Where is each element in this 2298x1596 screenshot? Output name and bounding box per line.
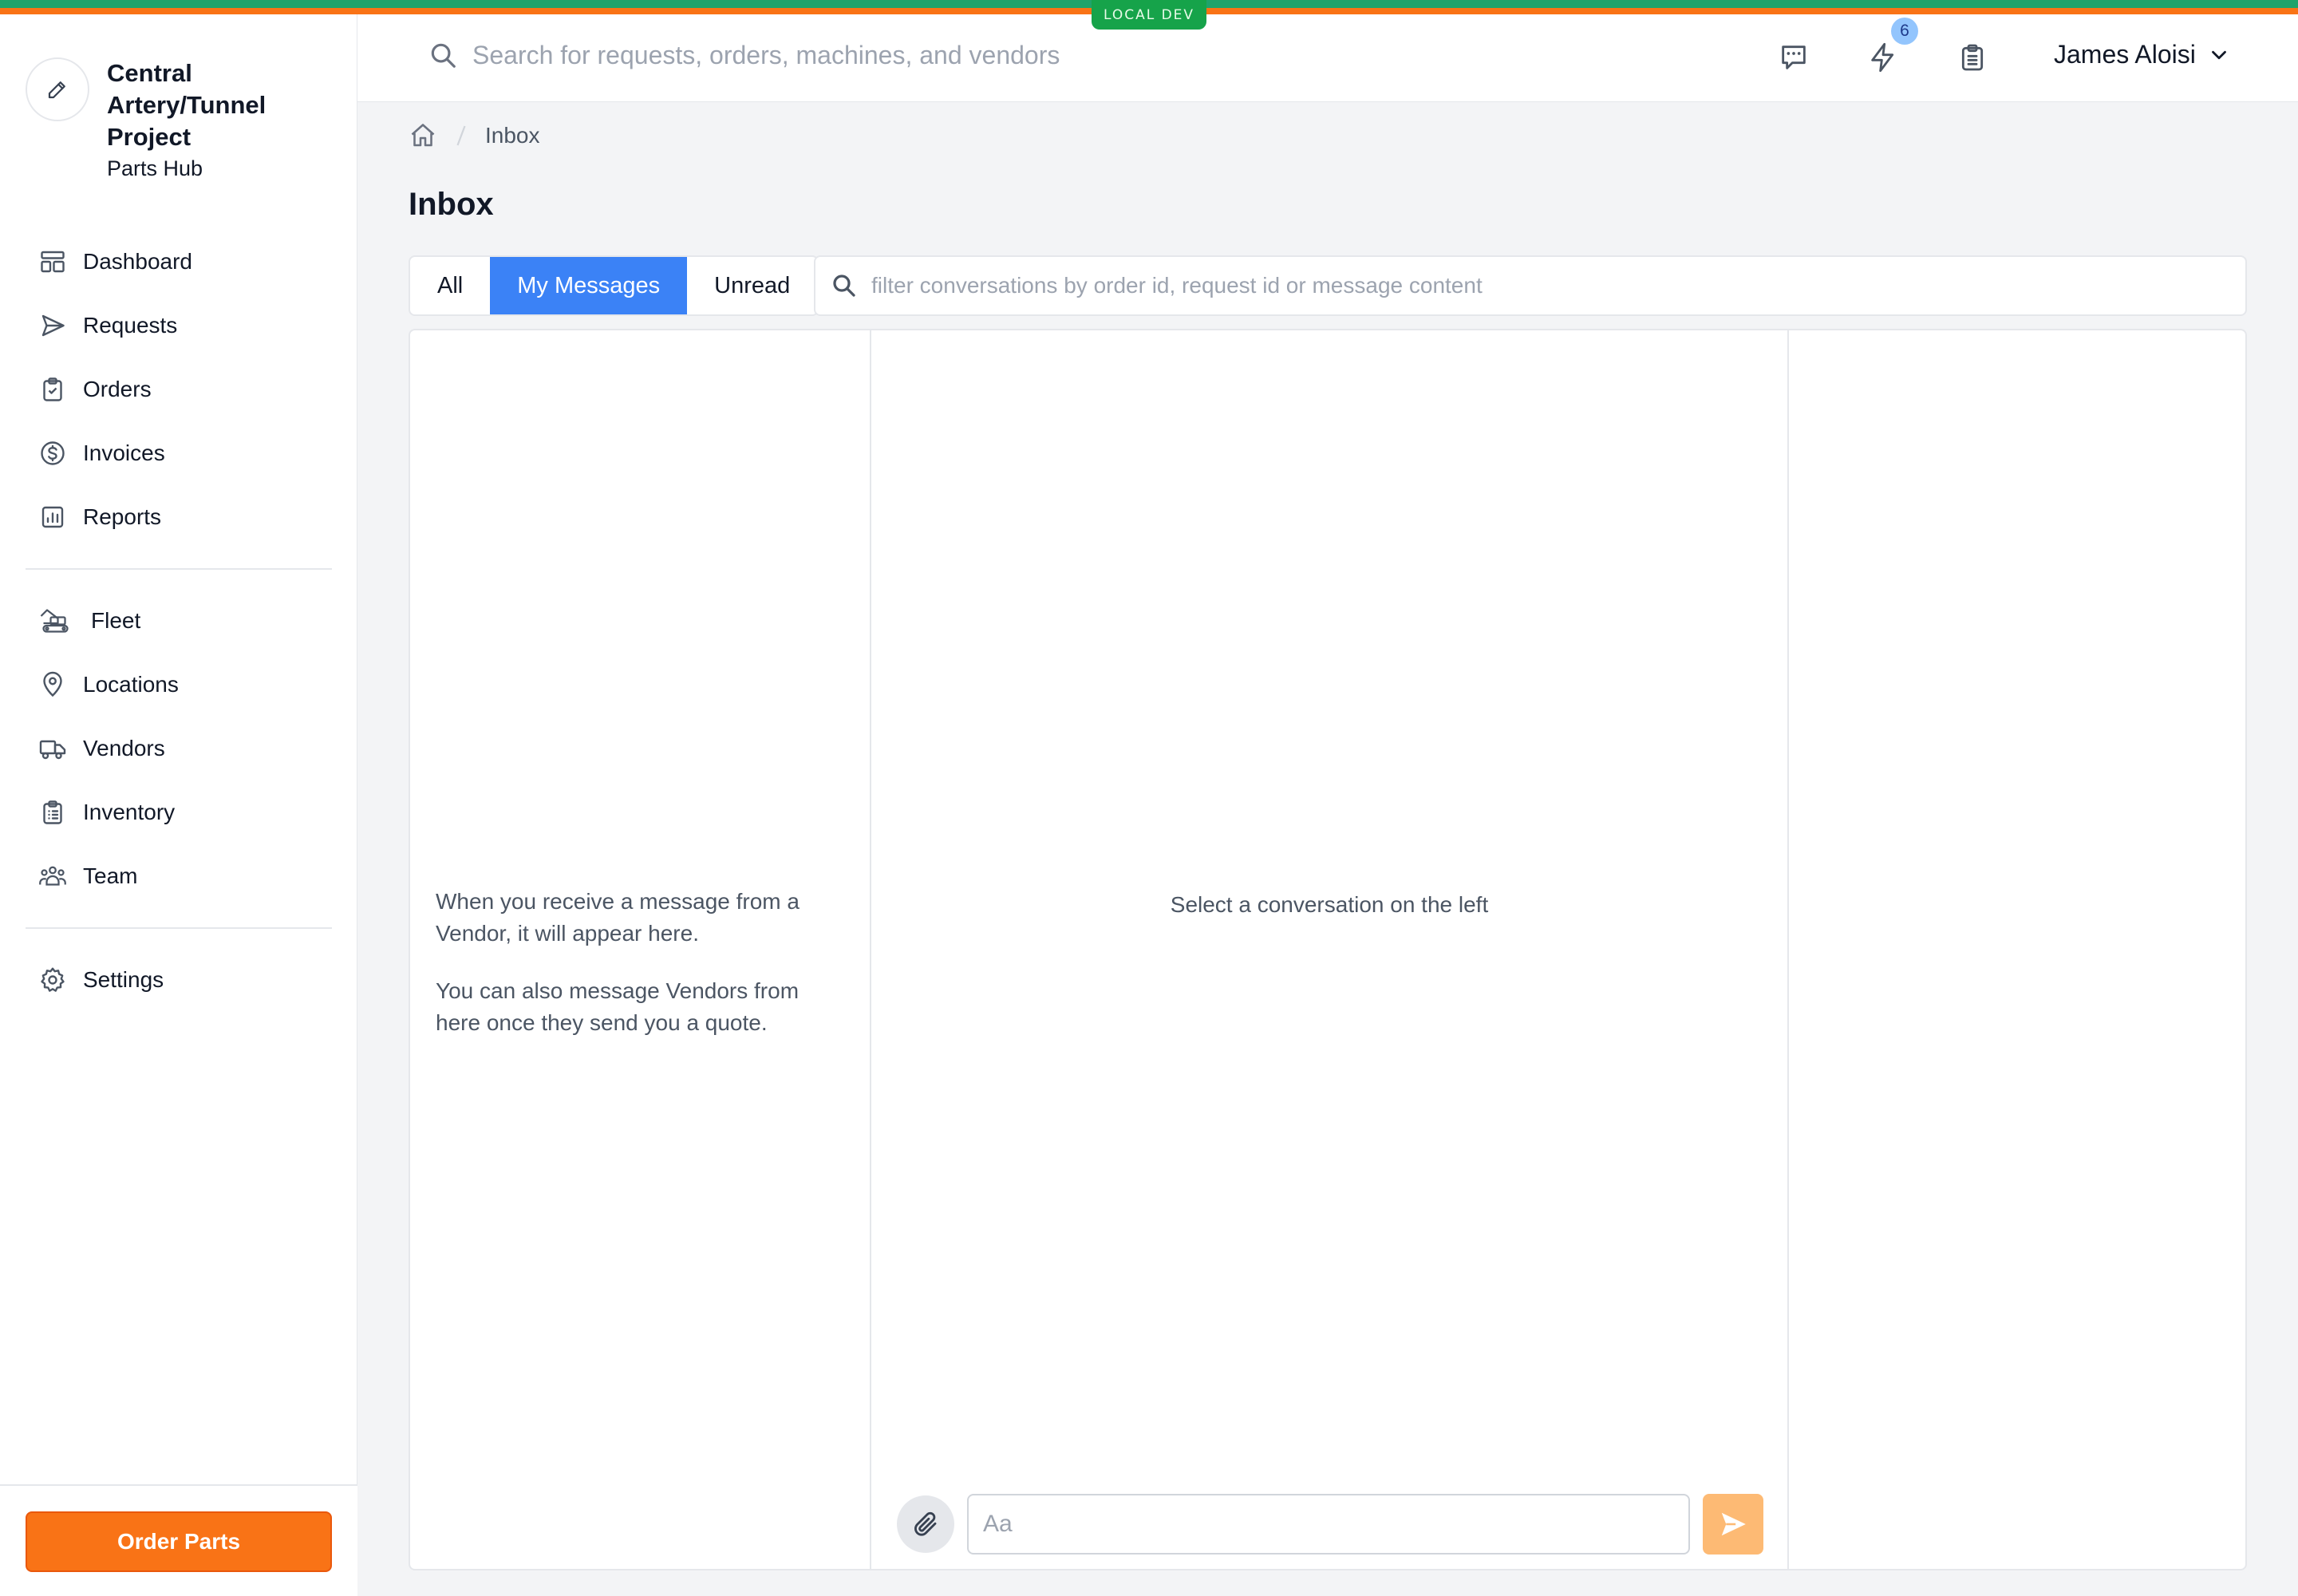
message-input[interactable]: Aa <box>967 1494 1690 1555</box>
clipboard-list-icon <box>43 800 62 824</box>
org-name-line-2: Artery/Tunnel <box>107 91 267 119</box>
notification-count-badge: 6 <box>1891 18 1918 45</box>
brand-avatar[interactable] <box>26 57 89 121</box>
details-panel <box>1787 329 2247 1570</box>
sidebar-item-team[interactable]: Team <box>26 844 332 908</box>
sidebar-item-label: Requests <box>83 313 178 338</box>
team-icon <box>39 866 66 886</box>
breadcrumb: Inbox <box>409 121 540 150</box>
sidebar-footer: Order Parts <box>0 1484 357 1596</box>
clipboard-icon[interactable] <box>1956 41 1988 73</box>
send-button[interactable] <box>1703 1494 1763 1555</box>
top-header: Search for requests, orders, machines, a… <box>357 14 2298 102</box>
sidebar-item-vendors[interactable]: Vendors <box>26 717 332 780</box>
sidebar-item-label: Team <box>83 863 138 888</box>
empty-state-line: When you receive a message from a Vendor… <box>436 889 800 946</box>
global-search-placeholder: Search for requests, orders, machines, a… <box>472 40 1060 69</box>
org-name-line-1: Central <box>107 59 192 87</box>
sidebar-item-label: Settings <box>83 967 164 992</box>
lightning-icon[interactable] <box>1867 41 1899 73</box>
nav-divider <box>26 568 332 570</box>
sidebar-item-requests[interactable]: Requests <box>26 294 332 358</box>
sidebar-item-label: Fleet <box>91 608 141 633</box>
brand[interactable]: Central Artery/Tunnel Project Parts Hub <box>26 57 346 181</box>
chart-icon <box>41 506 64 528</box>
user-menu[interactable]: James Aloisi <box>2054 40 2231 69</box>
messages-icon[interactable] <box>1778 41 1810 73</box>
tab-my-messages[interactable]: My Messages <box>490 257 688 314</box>
brand-text: Central Artery/Tunnel Project Parts Hub <box>107 57 346 181</box>
org-name-line-3: Project <box>107 123 192 151</box>
sidebar-item-label: Locations <box>83 672 179 697</box>
nav-divider <box>26 927 332 929</box>
sidebar-item-label: Reports <box>83 504 162 529</box>
truck-icon <box>39 740 66 760</box>
message-composer: Aa <box>897 1492 1765 1556</box>
sidebar-item-label: Orders <box>83 377 152 401</box>
search-icon <box>833 275 855 297</box>
sidebar-item-inventory[interactable]: Inventory <box>26 780 332 844</box>
pencil-icon <box>48 81 65 99</box>
conversation-list-panel: When you receive a message from a Vendor… <box>409 329 871 1570</box>
breadcrumb-separator <box>456 125 466 146</box>
sidebar-item-orders[interactable]: Orders <box>26 358 332 421</box>
env-badge: LOCAL DEV <box>1092 0 1206 30</box>
excavator-icon <box>40 609 69 633</box>
sidebar-item-fleet[interactable]: Fleet <box>26 589 332 653</box>
sidebar-item-label: Inventory <box>83 800 176 824</box>
order-parts-button[interactable]: Order Parts <box>26 1511 332 1572</box>
app-name: Parts Hub <box>107 156 203 180</box>
chevron-down-icon <box>2211 50 2226 59</box>
paperclip-icon <box>914 1511 937 1536</box>
dollar-circle-icon <box>41 441 65 465</box>
gear-icon <box>41 967 65 992</box>
conversation-empty-state: When you receive a message from a Vendor… <box>436 886 843 1039</box>
tab-all[interactable]: All <box>410 257 490 314</box>
sidebar-item-label: Dashboard <box>83 249 192 274</box>
page-title: Inbox <box>409 187 494 222</box>
user-name: James Aloisi <box>2054 40 2196 69</box>
send-icon <box>1721 1512 1746 1536</box>
home-icon[interactable] <box>409 121 437 150</box>
breadcrumb-current: Inbox <box>485 123 540 148</box>
select-conversation-hint: Select a conversation on the left <box>1170 892 1489 917</box>
clipboard-check-icon <box>43 377 62 401</box>
global-search-input[interactable]: Search for requests, orders, machines, a… <box>428 40 1060 70</box>
sidebar-item-label: Invoices <box>83 440 165 465</box>
sidebar-item-locations[interactable]: Locations <box>26 653 332 717</box>
sidebar-item-reports[interactable]: Reports <box>26 485 332 549</box>
filter-placeholder: filter conversations by order id, reques… <box>871 273 1483 298</box>
send-icon <box>41 314 65 337</box>
sidebar-item-dashboard[interactable]: Dashboard <box>26 230 332 294</box>
sidebar-item-settings[interactable]: Settings <box>26 948 332 1012</box>
tab-unread[interactable]: Unread <box>687 257 817 314</box>
empty-state-line: You can also message Vendors from here o… <box>436 978 800 1035</box>
inbox-tabs: All My Messages Unread <box>409 255 819 316</box>
search-icon <box>431 43 456 68</box>
sidebar-item-invoices[interactable]: Invoices <box>26 421 332 485</box>
dashboard-icon <box>41 251 65 273</box>
conversation-filter-input[interactable]: filter conversations by order id, reques… <box>814 255 2247 316</box>
sidebar-nav: Dashboard Requests Orders Invoices Repor… <box>26 230 332 1012</box>
attach-button[interactable] <box>897 1495 954 1553</box>
thread-panel: Select a conversation on the left Aa <box>870 329 1789 1570</box>
location-pin-icon <box>43 671 62 697</box>
sidebar: Central Artery/Tunnel Project Parts Hub … <box>0 14 357 1596</box>
sidebar-item-label: Vendors <box>83 736 165 760</box>
